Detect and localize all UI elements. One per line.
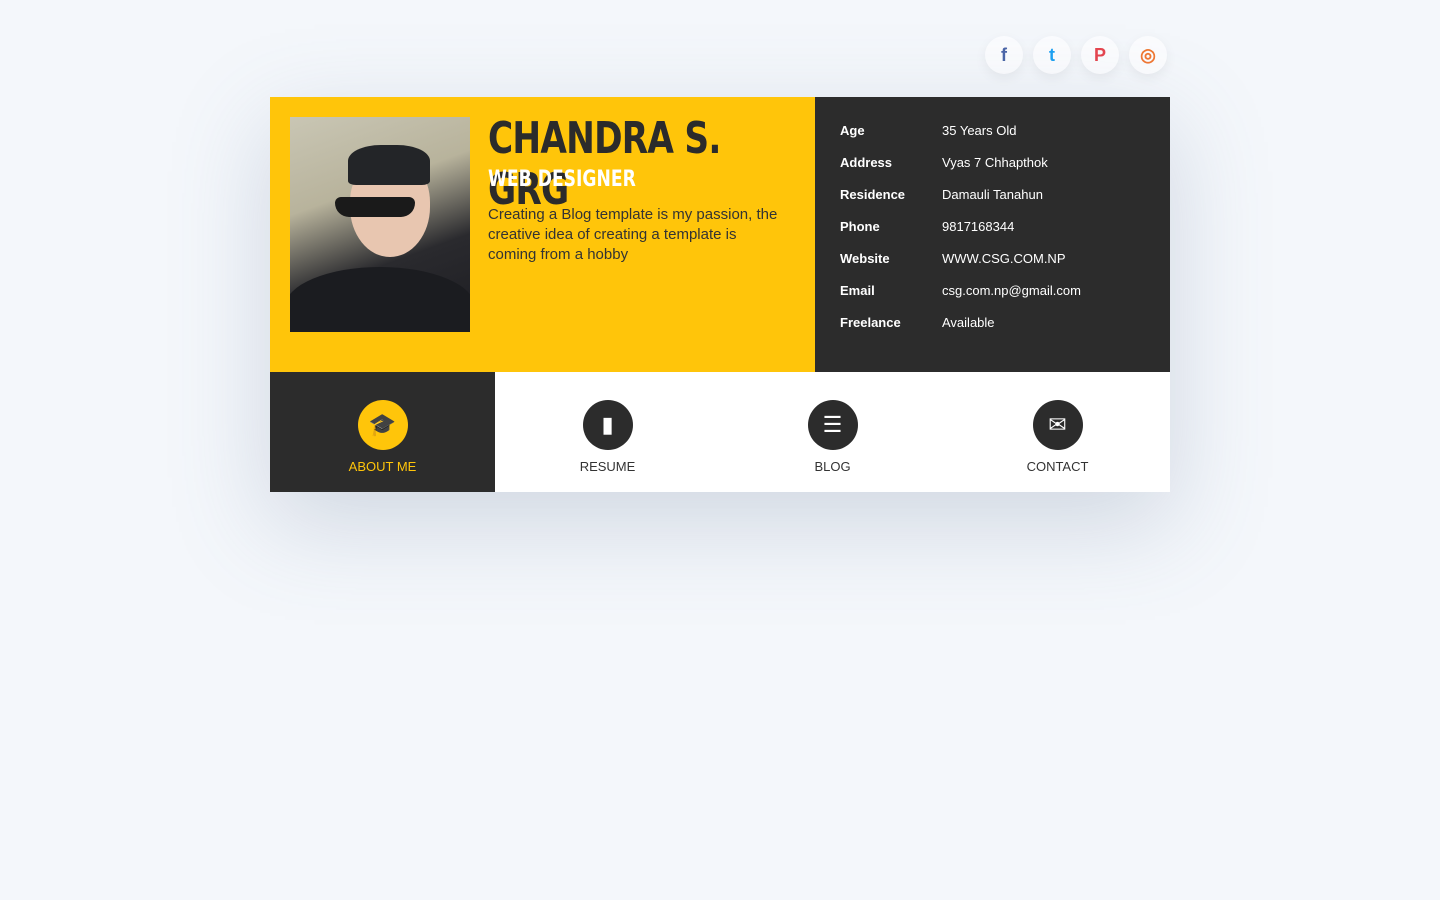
info-value: WWW.CSG.COM.NP (942, 251, 1066, 266)
nav-blog[interactable]: ☰ BLOG (720, 372, 945, 492)
nav-resume[interactable]: ▮ RESUME (495, 372, 720, 492)
info-row-residence: Residence Damauli Tanahun (840, 187, 1145, 219)
user-graduate-icon: 🎓 (357, 400, 408, 450)
twitter-icon[interactable]: t (1033, 36, 1071, 74)
newspaper-icon: ☰ (807, 400, 858, 450)
info-row-website: Website WWW.CSG.COM.NP (840, 251, 1145, 283)
nav-about-me[interactable]: 🎓 ABOUT ME (270, 372, 495, 492)
social-links: f t P ◎ (985, 36, 1167, 74)
section-nav: 🎓 ABOUT ME ▮ RESUME ☰ BLOG ✉ CONTACT (270, 372, 1170, 492)
profile-role: WEB DESIGNER (488, 167, 636, 192)
pinterest-icon[interactable]: P (1081, 36, 1119, 74)
info-label: Email (840, 283, 875, 298)
info-value: csg.com.np@gmail.com (942, 283, 1081, 298)
info-row-freelance: Freelance Available (840, 315, 1145, 347)
info-label: Age (840, 123, 865, 138)
info-row-phone: Phone 9817168344 (840, 219, 1145, 251)
info-label: Residence (840, 187, 906, 202)
profile-name: CHANDRA S. GRG (488, 113, 721, 215)
nav-label: CONTACT (1026, 459, 1089, 474)
nav-label: BLOG (814, 459, 851, 474)
info-value: Damauli Tanahun (942, 187, 1043, 202)
info-panel: Age 35 Years Old Address Vyas 7 Chhapthok … (815, 97, 1170, 372)
info-value: Vyas 7 Chhapthok (942, 155, 1048, 170)
info-label: Freelance (840, 315, 901, 330)
nav-contact[interactable]: ✉ CONTACT (945, 372, 1170, 492)
info-label: Website (840, 251, 890, 266)
info-row-email: Email csg.com.np@gmail.com (840, 283, 1145, 315)
info-row-address: Address Vyas 7 Chhapthok (840, 155, 1145, 187)
profile-bio: Creating a Blog template is my passion, … (488, 206, 778, 263)
info-row-age: Age 35 Years Old (840, 123, 1145, 155)
profile-card: CHANDRA S. GRG WEB DESIGNER Creating a B… (270, 97, 1170, 492)
info-value: 9817168344 (942, 219, 1015, 234)
nav-label: ABOUT ME (348, 459, 417, 474)
file-contact-icon: ▮ (582, 400, 633, 450)
envelope-icon: ✉ (1032, 400, 1083, 450)
info-label: Phone (840, 219, 880, 234)
info-value: 35 Years Old (942, 123, 1017, 138)
nav-label: RESUME (579, 459, 636, 474)
info-label: Address (840, 155, 893, 170)
facebook-icon[interactable]: f (985, 36, 1023, 74)
profile-photo (290, 117, 470, 332)
profile-intro: CHANDRA S. GRG WEB DESIGNER Creating a B… (270, 97, 815, 372)
info-value: Available (942, 315, 995, 330)
instagram-icon[interactable]: ◎ (1129, 36, 1167, 74)
